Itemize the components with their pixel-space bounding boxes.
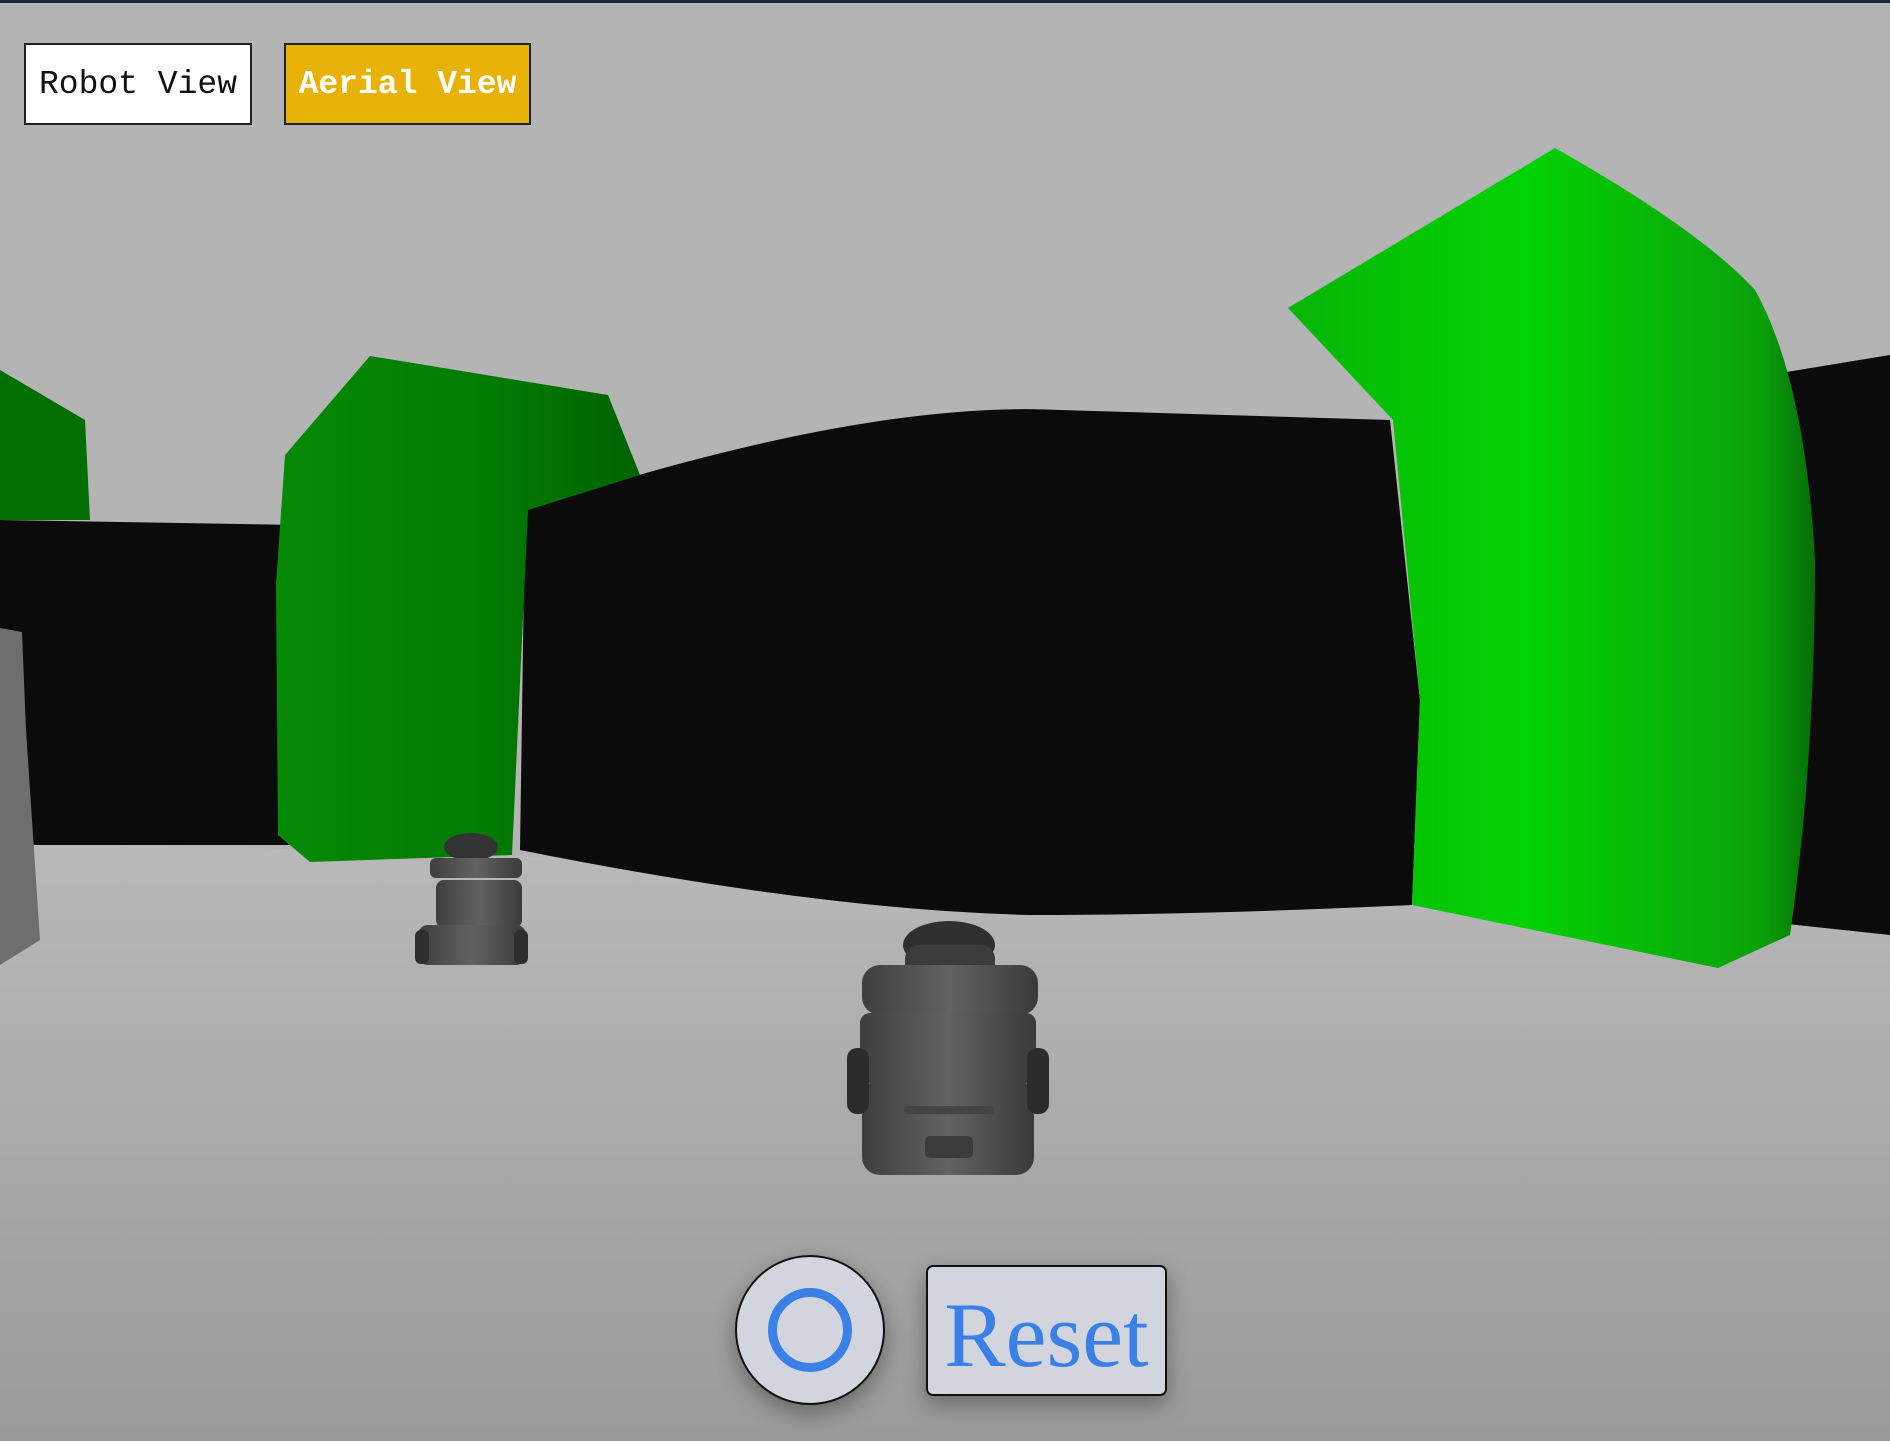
3d-scene[interactable] (0, 0, 1890, 1441)
circle-icon (768, 1288, 852, 1372)
record-button[interactable] (735, 1255, 885, 1405)
simulation-viewport[interactable]: Robot View Aerial View Reset (0, 0, 1890, 1441)
wall-center (520, 409, 1420, 915)
aerial-view-button[interactable]: Aerial View (284, 43, 531, 125)
reset-button[interactable]: Reset (926, 1265, 1167, 1396)
wall-left (0, 520, 300, 845)
robot-view-button[interactable]: Robot View (24, 43, 252, 125)
